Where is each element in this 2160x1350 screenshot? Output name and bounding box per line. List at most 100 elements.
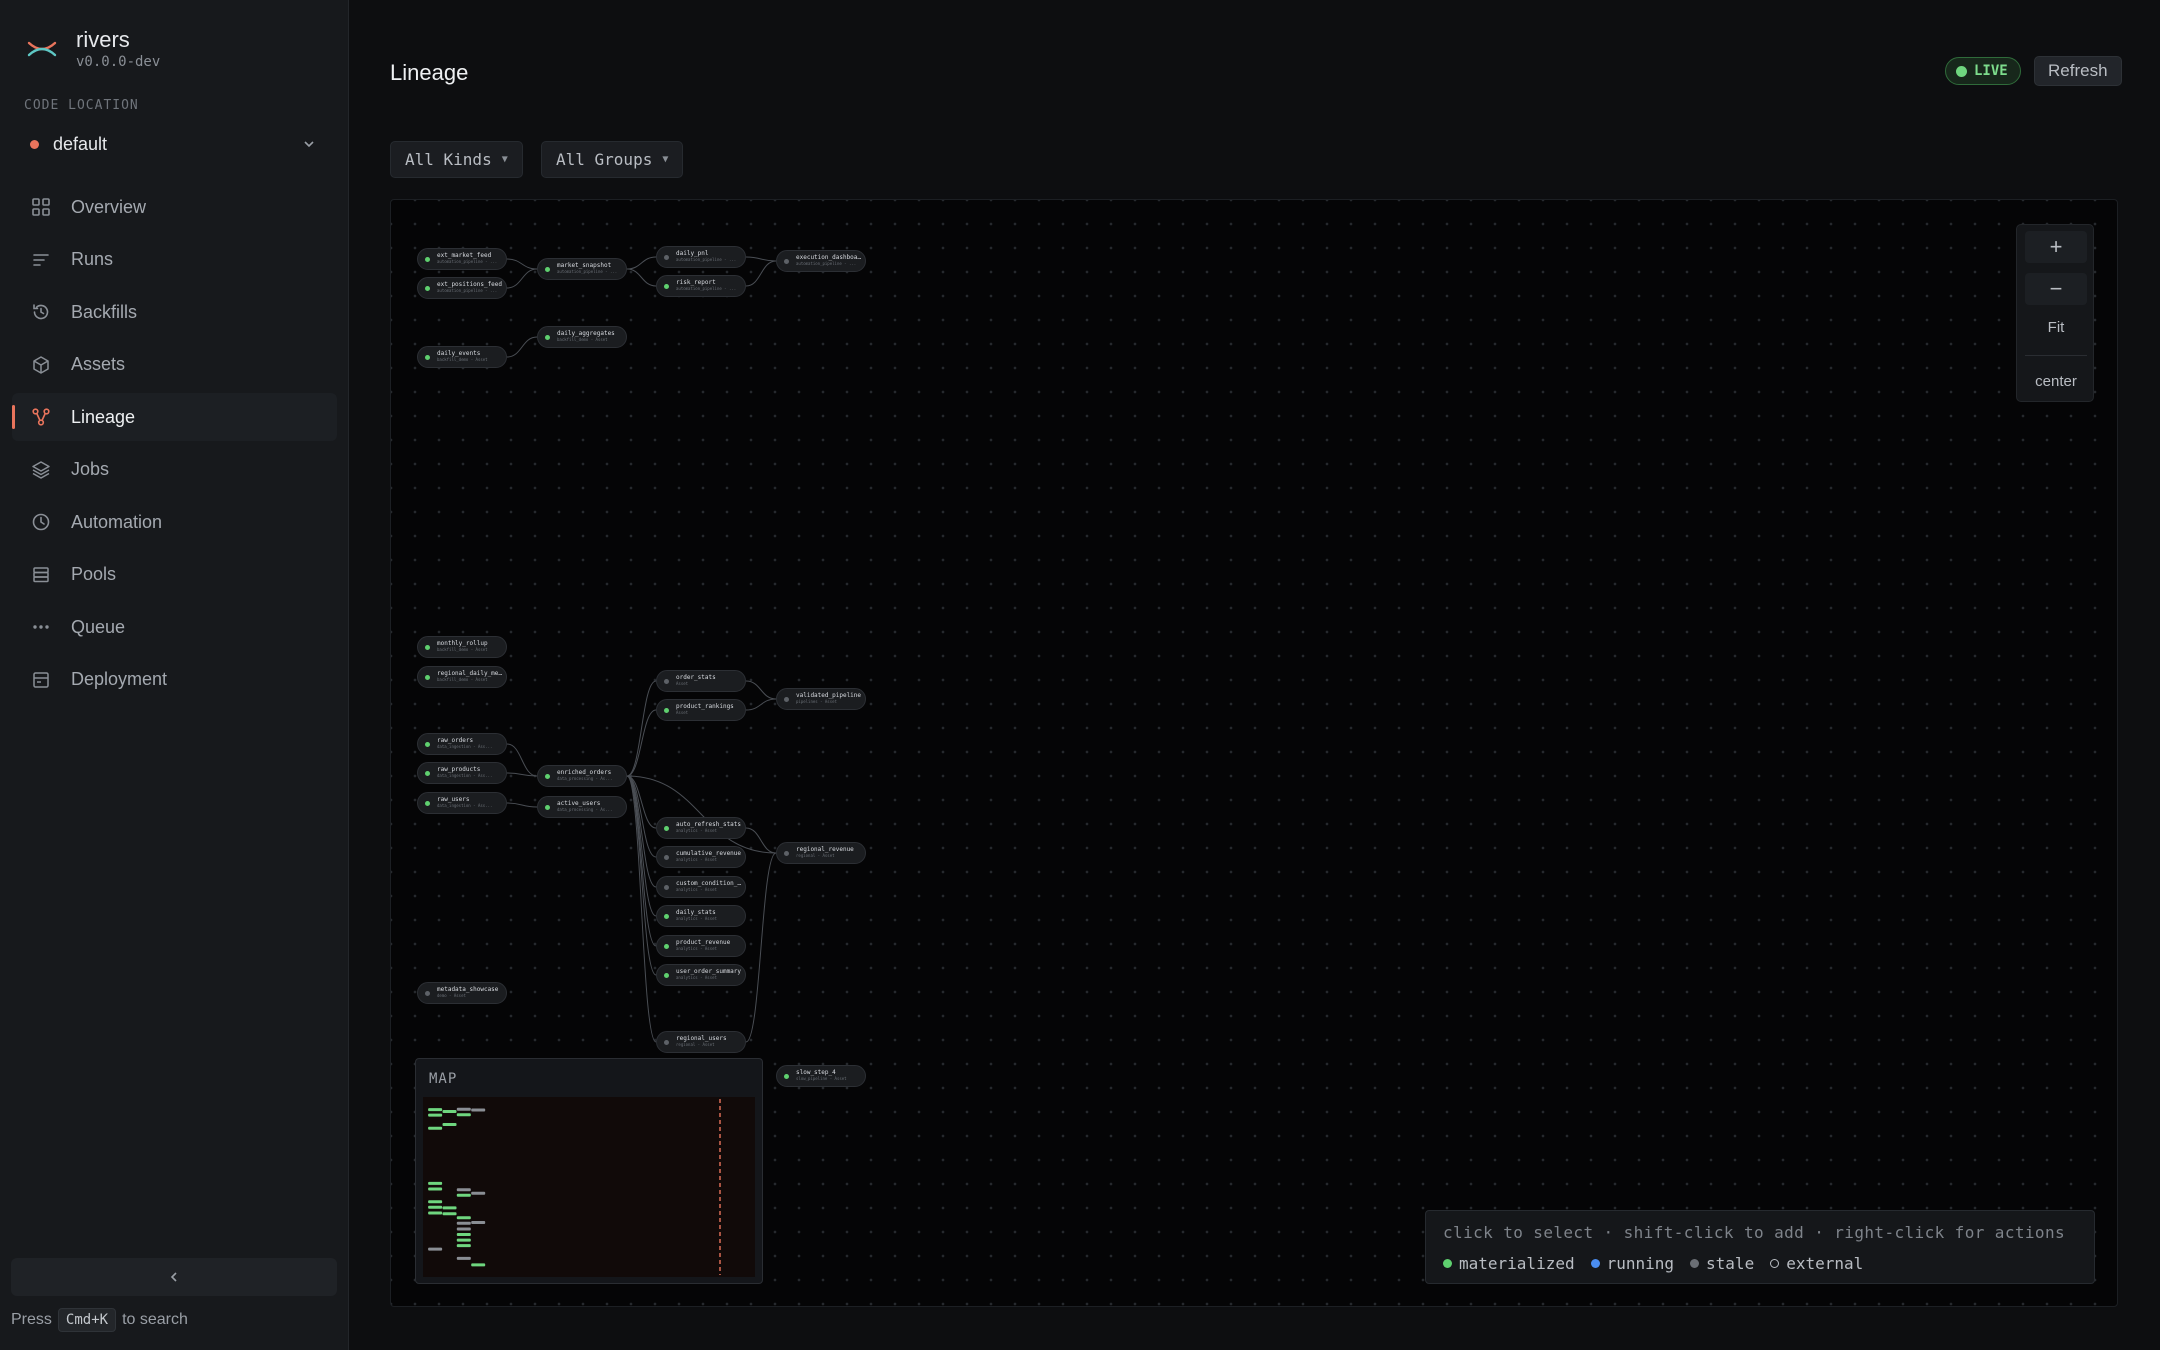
asset-node[interactable]: risk_report automation_pipeline - ...: [656, 275, 746, 297]
asset-node[interactable]: cumulative_revenue analytics - Asset: [656, 846, 746, 868]
brand-version: v0.0.0-dev: [76, 54, 161, 70]
refresh-button[interactable]: Refresh: [2034, 56, 2122, 86]
sidebar-item-label: Pools: [71, 564, 117, 584]
asset-node-text: daily_events backfill_demo - Asset: [437, 351, 488, 363]
minimap-node: [456, 1238, 471, 1242]
asset-node[interactable]: regional_daily_me… backfill_demo - Asset: [417, 666, 507, 688]
search-hint: Press Cmd+K to search: [11, 1308, 188, 1332]
asset-node-group: regional - Asset: [796, 853, 835, 858]
sidebar-item-overview[interactable]: Overview: [12, 183, 337, 231]
sidebar-item-jobs[interactable]: Jobs: [12, 446, 337, 494]
legend-dot: [1590, 1259, 1600, 1268]
asset-status-dot: [664, 943, 669, 949]
sidebar-item-assets[interactable]: Assets: [12, 341, 337, 389]
asset-node-group: pipelines - Asset: [796, 699, 837, 704]
asset-node[interactable]: raw_products data_ingestion - Ass...: [417, 762, 507, 784]
brand[interactable]: rivers v0.0.0-dev: [26, 28, 160, 70]
search-shortcut-key[interactable]: Cmd+K: [57, 1308, 117, 1332]
lineage-edge: [626, 709, 657, 777]
sidebar: rivers v0.0.0-dev CODE LOCATION default …: [0, 0, 349, 1350]
sidebar-item-deployment[interactable]: Deployment: [12, 656, 337, 704]
asset-node-text: raw_orders data_ingestion - Ass...: [437, 738, 492, 750]
asset-status-dot: [664, 1039, 669, 1045]
sidebar-item-backfills[interactable]: Backfills: [12, 288, 337, 336]
asset-node[interactable]: ext_positions_feed automation_pipeline - …: [417, 277, 507, 299]
groups-filter-dropdown[interactable]: All Groups ▼: [541, 141, 684, 178]
asset-node-text: raw_users data_ingestion - Ass...: [437, 797, 492, 809]
sidebar-item-automation[interactable]: Automation: [12, 498, 337, 546]
location-name: default: [53, 133, 108, 154]
asset-status-dot: [425, 674, 430, 680]
minimap-node: [456, 1216, 471, 1220]
code-location-select[interactable]: default: [24, 128, 324, 160]
asset-node[interactable]: raw_orders data_ingestion - Ass...: [417, 733, 507, 755]
asset-node[interactable]: slow_step_4 slow_pipeline - Asset: [776, 1065, 866, 1087]
sidebar-item-label: Lineage: [71, 406, 136, 427]
asset-node[interactable]: execution_dashboa… automation_pipeline - …: [776, 250, 866, 272]
asset-node[interactable]: monthly_rollup backfill_demo - Asset: [417, 636, 507, 658]
asset-node-group: slow_pipeline - Asset: [796, 1076, 847, 1081]
asset-node-group: backfill_demo - Asset: [437, 647, 488, 652]
rivers-logo-icon: [27, 41, 57, 57]
asset-node[interactable]: regional_users regional - Asset: [656, 1031, 746, 1053]
minimap-node: [456, 1188, 471, 1192]
asset-node[interactable]: enriched_orders data_processing - As...: [537, 765, 627, 787]
asset-node[interactable]: market_snapshot automation_pipeline - ...: [537, 258, 627, 280]
asset-node-text: active_users data_processing - As...: [557, 801, 612, 813]
fit-view-button[interactable]: Fit: [2025, 311, 2087, 343]
dots-icon: [30, 616, 52, 638]
minimap-node: [428, 1108, 443, 1112]
center-view-button[interactable]: center: [2025, 365, 2087, 397]
asset-node[interactable]: regional_revenue regional - Asset: [776, 842, 866, 864]
asset-node[interactable]: active_users data_processing - As...: [537, 796, 627, 818]
live-badge[interactable]: LIVE: [1945, 57, 2021, 85]
sidebar-item-queue[interactable]: Queue: [12, 603, 337, 651]
minimap[interactable]: MAP: [415, 1058, 763, 1284]
lineage-edge: [745, 698, 777, 711]
collapse-sidebar-button[interactable]: [11, 1258, 337, 1296]
asset-node-group: data_ingestion - Ass...: [437, 803, 493, 808]
asset-status-dot: [664, 825, 669, 831]
sidebar-item-pools[interactable]: Pools: [12, 551, 337, 599]
zoom-out-button[interactable]: −: [2025, 273, 2087, 305]
asset-node[interactable]: daily_aggregates backfill_demo - Asset: [537, 326, 627, 348]
brand-text: rivers v0.0.0-dev: [76, 28, 161, 71]
caret-down-icon: ▼: [501, 154, 508, 165]
minimap-viewport[interactable]: [423, 1097, 755, 1277]
legend-dot: [1690, 1259, 1700, 1268]
asset-node-group: data_ingestion - Ass...: [437, 773, 493, 778]
asset-node-group: demo - Asset: [437, 993, 466, 998]
kinds-filter-dropdown[interactable]: All Kinds ▼: [390, 141, 523, 178]
app: rivers v0.0.0-dev CODE LOCATION default …: [0, 0, 2160, 1350]
asset-node[interactable]: metadata_showcase demo - Asset: [417, 982, 507, 1004]
search-hint-prefix: Press: [11, 1311, 52, 1328]
help-text: click to select · shift-click to add · r…: [1443, 1223, 2066, 1242]
asset-node[interactable]: product_rankings Asset: [656, 699, 746, 721]
lineage-icon: [30, 406, 52, 428]
lineage-canvas[interactable]: ext_market_feed automation_pipeline - ...…: [390, 199, 2118, 1307]
zoom-in-button[interactable]: +: [2025, 231, 2087, 263]
asset-node[interactable]: custom_condition_… analytics - Asset: [656, 876, 746, 898]
lineage-edge: [626, 256, 657, 270]
sidebar-item-lineage[interactable]: Lineage: [12, 393, 337, 441]
lineage-edge: [626, 680, 657, 777]
asset-node[interactable]: product_revenue analytics - Asset: [656, 935, 746, 957]
asset-node[interactable]: ext_market_feed automation_pipeline - ...: [417, 248, 507, 270]
asset-node[interactable]: daily_pnl automation_pipeline - ...: [656, 246, 746, 268]
minimap-node: [471, 1220, 486, 1224]
asset-node-text: auto_refresh_stats analytics - Asset: [676, 822, 741, 834]
asset-node[interactable]: raw_users data_ingestion - Ass...: [417, 792, 507, 814]
asset-status-dot: [425, 800, 430, 806]
asset-node[interactable]: daily_events backfill_demo - Asset: [417, 346, 507, 368]
asset-node[interactable]: validated_pipeline pipelines - Asset: [776, 688, 866, 710]
sidebar-item-runs[interactable]: Runs: [12, 236, 337, 284]
minimap-node: [456, 1221, 471, 1225]
asset-node[interactable]: daily_stats analytics - Asset: [656, 905, 746, 927]
groups-filter-label: All Groups: [556, 150, 653, 169]
minimap-node: [428, 1126, 443, 1130]
minimap-node: [456, 1227, 471, 1231]
asset-node-group: automation_pipeline - ...: [796, 261, 857, 266]
asset-node[interactable]: order_stats Asset: [656, 670, 746, 692]
asset-node[interactable]: auto_refresh_stats analytics - Asset: [656, 817, 746, 839]
asset-node[interactable]: user_order_summary analytics - Asset: [656, 964, 746, 986]
